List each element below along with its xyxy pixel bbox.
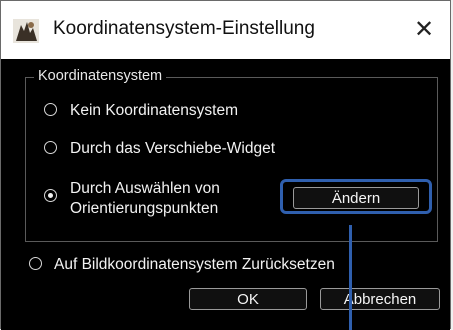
radio-move-widget[interactable]: Durch das Verschiebe-Widget — [44, 139, 275, 159]
radio-label: Auf Bildkoordinatensystem Zurücksetzen — [54, 256, 335, 273]
group-title: Koordinatensystem — [34, 68, 167, 84]
title-bar: Koordinatensystem-Einstellung ✕ — [1, 1, 450, 60]
radio-label: Durch das Verschiebe-Widget — [70, 140, 276, 157]
close-icon[interactable]: ✕ — [404, 7, 444, 51]
radio-reset-image-coordinates[interactable]: Auf Bildkoordinatensystem Zurücksetzen — [29, 255, 335, 275]
radio-button-checked-icon[interactable] — [44, 189, 57, 202]
app-icon — [13, 19, 39, 43]
radio-orientation-points[interactable]: Durch Auswählen von Orientierungspunkten — [44, 179, 220, 219]
ok-button[interactable]: OK — [189, 288, 307, 310]
annotation-pointer-line — [349, 225, 352, 330]
radio-button-icon[interactable] — [29, 257, 42, 270]
dialog-body: Koordinatensystem Kein Koordinatensystem… — [1, 59, 450, 330]
radio-label: Kein Koordinatensystem — [70, 102, 239, 119]
dialog-window: Koordinatensystem-Einstellung ✕ Koordina… — [0, 0, 451, 330]
cancel-button[interactable]: Abbrechen — [320, 288, 440, 310]
radio-label: Durch Auswählen von Orientierungspunkten — [70, 179, 220, 219]
radio-button-icon[interactable] — [44, 141, 57, 154]
radio-label-line1: Durch Auswählen von — [70, 180, 220, 197]
radio-no-coordinate-system[interactable]: Kein Koordinatensystem — [44, 101, 238, 121]
annotation-highlight-box — [280, 179, 432, 214]
radio-label-line2: Orientierungspunkten — [70, 200, 219, 217]
radio-button-icon[interactable] — [44, 103, 57, 116]
window-title: Koordinatensystem-Einstellung — [53, 18, 315, 39]
